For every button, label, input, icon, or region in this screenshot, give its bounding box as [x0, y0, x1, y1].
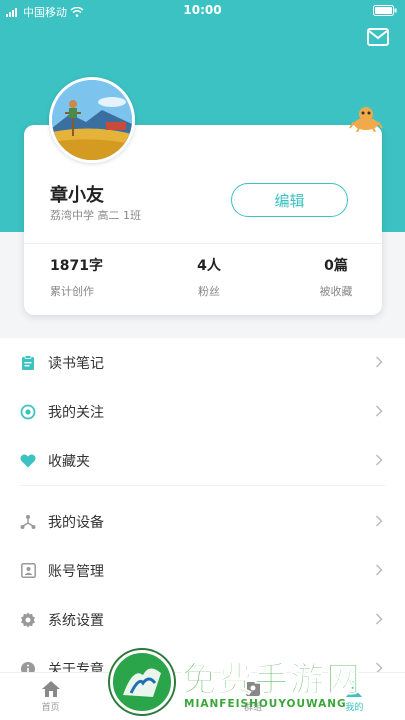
stat-followers[interactable]: 4人 粉丝 — [179, 255, 239, 299]
menu-item-favorites[interactable]: 收藏夹 — [0, 436, 405, 485]
menu-item-account-management[interactable]: 账号管理 — [0, 546, 405, 595]
menu-item-system-settings[interactable]: 系统设置 — [0, 595, 405, 644]
status-bar: 中国移动 10:00 — [0, 0, 405, 22]
watermark-overlay: 免费手游网 MIANFEISHOUYOUWANG — [110, 650, 400, 720]
menu-item-my-follows[interactable]: 我的关注 — [0, 387, 405, 436]
stat-words-label: 累计创作 — [50, 285, 94, 298]
heart-icon — [20, 453, 36, 469]
menu-label: 我的设备 — [48, 514, 104, 531]
menu-item-reading-notes[interactable]: 读书笔记 — [0, 338, 405, 387]
devices-icon — [20, 514, 36, 530]
tab-label: 首页 — [41, 703, 60, 713]
home-icon — [41, 681, 60, 697]
stat-followers-value: 4人 — [197, 258, 221, 274]
watermark-logo — [110, 650, 174, 714]
stat-followers-label: 粉丝 — [198, 285, 220, 298]
menu-label: 账号管理 — [48, 563, 104, 580]
menu-label: 读书笔记 — [48, 355, 104, 372]
mascot-icon — [349, 107, 383, 132]
chevron-right-icon — [375, 454, 383, 466]
stat-favorited[interactable]: 0篇 被收藏 — [306, 255, 366, 299]
stats-divider — [24, 243, 382, 244]
avatar[interactable] — [49, 77, 135, 163]
menu-separator — [20, 485, 385, 497]
chevron-right-icon — [375, 405, 383, 417]
chevron-right-icon — [375, 564, 383, 576]
chevron-right-icon — [375, 356, 383, 368]
clipboard-icon — [20, 354, 36, 371]
edit-profile-button[interactable]: 编辑 — [231, 183, 348, 217]
stat-favorited-label: 被收藏 — [319, 285, 353, 298]
gear-icon — [20, 612, 36, 628]
tab-home[interactable]: 首页 — [0, 673, 101, 720]
watermark-subtitle: MIANFEISHOUYOUWANG — [184, 698, 347, 710]
menu-label: 系统设置 — [48, 612, 104, 629]
username: 章小友 — [50, 185, 104, 206]
chevron-right-icon — [375, 515, 383, 527]
status-time: 10:00 — [183, 3, 222, 17]
mail-icon[interactable] — [367, 28, 389, 46]
menu-label: 我的关注 — [48, 404, 104, 421]
target-icon — [20, 404, 36, 420]
menu-label: 收藏夹 — [48, 453, 90, 470]
account-icon — [20, 563, 36, 579]
chevron-right-icon — [375, 613, 383, 625]
stat-favorited-value: 0篇 — [324, 258, 348, 274]
stat-words[interactable]: 1871字 累计创作 — [50, 255, 110, 299]
stat-words-value: 1871字 — [50, 258, 103, 274]
menu-list: 读书笔记 我的关注 收藏夹 我的设备 账号管理 系统设置 关于专章 — [0, 338, 405, 693]
battery-icon — [373, 5, 397, 19]
menu-item-my-devices[interactable]: 我的设备 — [0, 497, 405, 546]
watermark-title: 免费手游网 — [182, 660, 362, 701]
school-class: 荔湾中学 高二 1班 — [50, 209, 141, 222]
